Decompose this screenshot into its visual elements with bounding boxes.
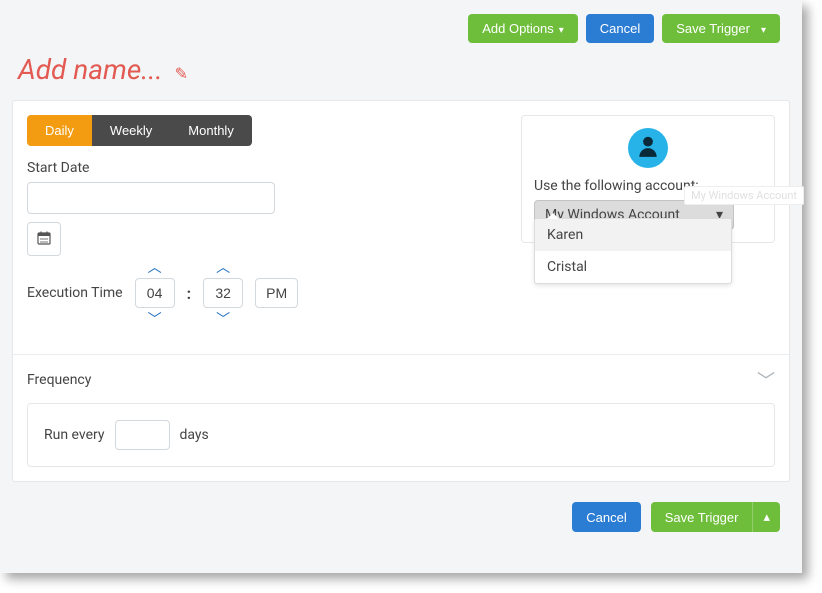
execution-time-label: Execution Time: [27, 285, 123, 301]
account-card: Use the following account: My Windows Ac…: [521, 115, 775, 243]
minute-stepper: ︿ ﹀: [203, 258, 243, 328]
avatar: [628, 128, 668, 168]
button-label: Add Options: [482, 21, 554, 36]
top-button-bar: Add Options Cancel Save Trigger: [0, 0, 802, 43]
dropdown-item[interactable]: Karen: [535, 219, 731, 251]
title-row: Add name... ✎: [0, 43, 802, 100]
user-icon: [635, 133, 661, 163]
hour-input[interactable]: [135, 278, 175, 308]
button-label: Save Trigger: [676, 21, 750, 36]
ampm-toggle[interactable]: PM: [255, 278, 298, 308]
divider: [13, 354, 789, 355]
save-trigger-split: Save Trigger ▴: [651, 502, 780, 532]
tab-weekly[interactable]: Weekly: [92, 115, 170, 146]
start-date-input[interactable]: [27, 182, 275, 214]
chevron-down-icon: [559, 21, 564, 36]
cancel-button-bottom[interactable]: Cancel: [572, 502, 640, 532]
dialog-container: Add Options Cancel Save Trigger Add name…: [0, 0, 802, 573]
chevron-down-icon: [761, 21, 766, 36]
tab-daily[interactable]: Daily: [27, 115, 92, 146]
pencil-icon[interactable]: ✎: [175, 64, 188, 83]
days-input[interactable]: [115, 420, 170, 450]
frequency-title: Frequency: [27, 372, 91, 388]
frequency-box: Run every days: [27, 403, 775, 467]
cancel-button-top[interactable]: Cancel: [586, 14, 654, 43]
tab-label: Monthly: [188, 123, 234, 138]
button-label: Cancel: [586, 510, 626, 525]
add-options-button[interactable]: Add Options: [468, 14, 578, 43]
account-dropdown: Karen Cristal: [534, 218, 732, 284]
save-trigger-caret[interactable]: ▴: [753, 502, 780, 532]
chevron-down-icon: ﹀: [757, 367, 775, 393]
tab-monthly[interactable]: Monthly: [170, 115, 252, 146]
calendar-button[interactable]: [27, 222, 61, 256]
ampm-label: PM: [266, 285, 287, 301]
hour-stepper: ︿ ﹀: [135, 258, 175, 328]
page-title[interactable]: Add name...: [18, 53, 163, 86]
chevron-up-icon[interactable]: ︿: [214, 258, 232, 276]
chevron-down-icon[interactable]: ﹀: [214, 310, 232, 328]
tab-label: Weekly: [110, 123, 152, 138]
minute-input[interactable]: [203, 278, 243, 308]
account-label: Use the following account:: [534, 178, 762, 194]
save-trigger-button-top[interactable]: Save Trigger: [662, 14, 780, 43]
chevron-up-icon: ▴: [763, 509, 770, 525]
dropdown-item-label: Cristal: [547, 259, 587, 275]
chevron-up-icon[interactable]: ︿: [146, 258, 164, 276]
button-label: Save Trigger: [665, 510, 739, 525]
run-every-label: Run every: [44, 427, 105, 443]
dropdown-item[interactable]: Cristal: [535, 251, 731, 283]
avatar-wrap: [534, 128, 762, 168]
chevron-down-icon[interactable]: ﹀: [146, 310, 164, 328]
save-trigger-button-bottom[interactable]: Save Trigger: [651, 502, 754, 532]
bottom-button-bar: Cancel Save Trigger ▴: [0, 490, 802, 546]
frequency-header[interactable]: Frequency ﹀: [27, 367, 775, 393]
dropdown-item-label: Karen: [547, 227, 583, 243]
tab-label: Daily: [45, 123, 74, 138]
time-separator: :: [187, 284, 192, 303]
calendar-icon: [37, 231, 51, 248]
schedule-tabs: Daily Weekly Monthly: [27, 115, 252, 146]
days-label: days: [180, 427, 209, 443]
button-label: Cancel: [600, 21, 640, 36]
schedule-panel: Daily Weekly Monthly Start Date Executio…: [12, 100, 790, 482]
